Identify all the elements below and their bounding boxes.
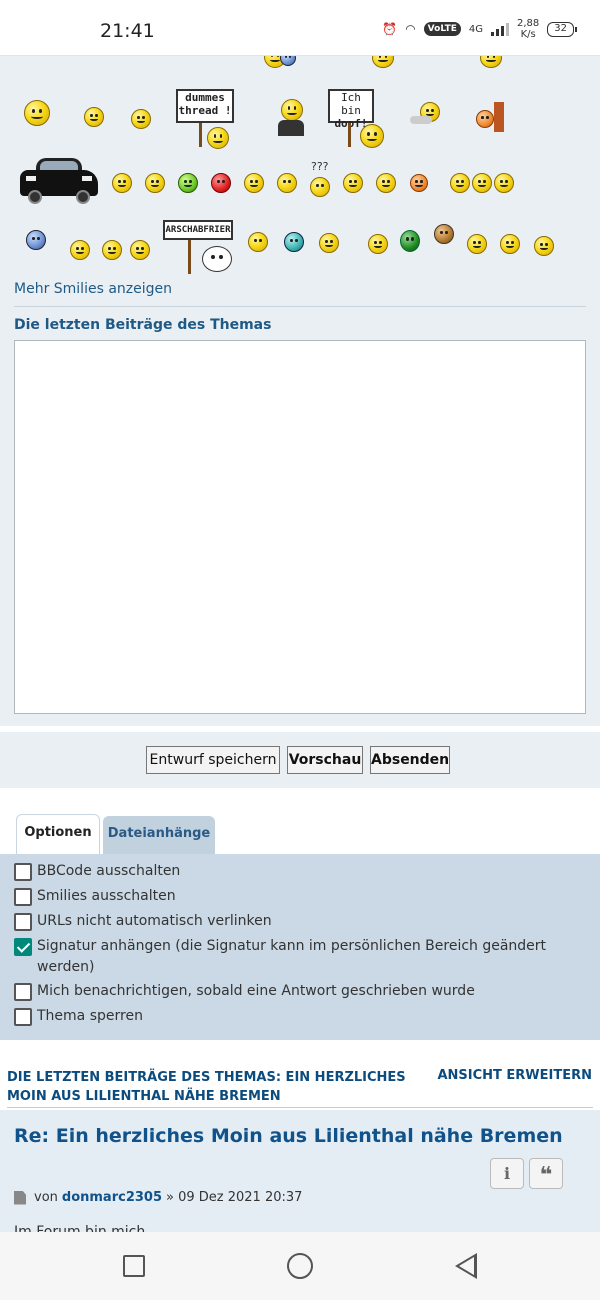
options-panel: BBCode ausschalten Smilies ausschalten U… bbox=[0, 854, 600, 1040]
checkbox-checked[interactable] bbox=[14, 938, 32, 956]
tab-options[interactable]: Optionen bbox=[16, 814, 100, 856]
tab-attachments[interactable]: Dateianhänge bbox=[103, 816, 215, 854]
option-lock-topic[interactable]: Thema sperren bbox=[14, 1006, 584, 1027]
sign-smiley[interactable]: ARSCHABFRIER bbox=[163, 220, 233, 240]
checkbox[interactable] bbox=[14, 1008, 32, 1026]
sign-pole bbox=[188, 240, 191, 274]
expand-view-link[interactable]: ANSICHT ERWEITERN bbox=[437, 1068, 592, 1083]
battery-icon: 32 bbox=[547, 21, 577, 37]
sign-smiley[interactable]: dummes thread ! bbox=[176, 89, 234, 123]
status-icons: ⏰ ◠ VoLTE 4G 2,88 K/s 32 bbox=[382, 18, 577, 40]
smiley-icon[interactable] bbox=[202, 246, 232, 272]
smiley-icon[interactable] bbox=[26, 230, 46, 250]
smiley-icon[interactable] bbox=[178, 173, 198, 193]
smiley-icon[interactable] bbox=[24, 100, 50, 126]
post-title[interactable]: Re: Ein herzliches Moin aus Lilienthal n… bbox=[14, 1125, 563, 1147]
sign-smiley[interactable]: Ich bin doof! bbox=[328, 89, 374, 130]
smiley-icon[interactable] bbox=[281, 99, 303, 121]
smiley-icon[interactable] bbox=[376, 173, 396, 193]
topic-review-textarea[interactable] bbox=[14, 340, 586, 714]
checkbox[interactable] bbox=[14, 983, 32, 1001]
smiley-icon[interactable] bbox=[450, 173, 470, 193]
smiley-icon[interactable] bbox=[467, 234, 487, 254]
smiley-icon[interactable] bbox=[145, 173, 165, 193]
question-marks: ??? bbox=[311, 160, 329, 173]
smiley-icon[interactable] bbox=[360, 124, 384, 148]
option-disable-bbcode[interactable]: BBCode ausschalten bbox=[14, 861, 584, 882]
smiley-icon[interactable] bbox=[476, 110, 494, 128]
submit-buttons-bar: Entwurf speichern Vorschau Absenden bbox=[0, 732, 600, 788]
post-text: Im Forum bin mich... bbox=[14, 1224, 159, 1232]
option-disable-magic-url[interactable]: URLs nicht automatisch verlinken bbox=[14, 911, 584, 932]
sign-pole bbox=[348, 123, 351, 147]
sign-pole bbox=[199, 123, 202, 147]
smiley-icon[interactable] bbox=[248, 232, 268, 252]
smiley-icon[interactable] bbox=[434, 224, 454, 244]
smiley-prop bbox=[410, 116, 432, 124]
topic-review-label: Die letzten Beiträge des Themas bbox=[14, 317, 272, 333]
post-meta: von donmarc2305 » 09 Dez 2021 20:37 bbox=[14, 1190, 302, 1205]
smiley-icon[interactable] bbox=[500, 234, 520, 254]
back-icon[interactable] bbox=[455, 1253, 477, 1279]
smiley-icon[interactable] bbox=[131, 109, 151, 129]
divider bbox=[7, 1107, 593, 1108]
system-nav-bar bbox=[0, 1232, 600, 1300]
checkbox[interactable] bbox=[14, 863, 32, 881]
smiley-icon[interactable] bbox=[343, 173, 363, 193]
smiley-body bbox=[278, 120, 304, 136]
net-speed: 2,88 K/s bbox=[517, 18, 540, 40]
more-smilies-link[interactable]: Mehr Smilies anzeigen bbox=[14, 281, 172, 297]
status-bar: 21:41 ⏰ ◠ VoLTE 4G 2,88 K/s 32 bbox=[0, 0, 600, 56]
review-post: Re: Ein herzliches Moin aus Lilienthal n… bbox=[0, 1110, 600, 1232]
smiley-icon[interactable] bbox=[211, 173, 231, 193]
alarm-icon: ⏰ bbox=[382, 22, 398, 36]
smiley-icon[interactable] bbox=[70, 240, 90, 260]
clock: 21:41 bbox=[100, 20, 155, 42]
divider bbox=[14, 306, 586, 307]
option-attach-signature[interactable]: Signatur anhängen (die Signatur kann im … bbox=[14, 936, 584, 978]
car-icon[interactable] bbox=[20, 156, 98, 204]
home-icon[interactable] bbox=[287, 1253, 313, 1279]
smiley-icon[interactable] bbox=[112, 173, 132, 193]
smiley-icon[interactable] bbox=[84, 107, 104, 127]
smiley-icon[interactable] bbox=[368, 234, 388, 254]
wifi-icon: ◠ bbox=[405, 22, 416, 36]
smiley-icon[interactable] bbox=[284, 232, 304, 252]
smiley-icon[interactable] bbox=[244, 173, 264, 193]
smiley-icon[interactable] bbox=[319, 233, 339, 253]
quote-button[interactable]: ❝ bbox=[529, 1158, 563, 1189]
signal-icon bbox=[491, 22, 509, 36]
submit-button[interactable]: Absenden bbox=[370, 746, 450, 774]
smiley-icon[interactable] bbox=[400, 230, 420, 252]
smiley-icon[interactable] bbox=[472, 173, 492, 193]
option-notify[interactable]: Mich benachrichtigen, sobald eine Antwor… bbox=[14, 981, 584, 1002]
wall-icon[interactable] bbox=[494, 102, 504, 132]
topic-review-header: DIE LETZTEN BEITRÄGE DES THEMAS: EIN HER… bbox=[0, 1058, 600, 1108]
smiley-icon[interactable] bbox=[277, 173, 297, 193]
file-icon bbox=[14, 1190, 26, 1205]
smilies-box: dummes thread ! Ich bin doof! ??? ARSCHA… bbox=[0, 46, 600, 274]
smiley-icon[interactable] bbox=[534, 236, 554, 256]
save-draft-button[interactable]: Entwurf speichern bbox=[146, 746, 280, 774]
smiley-icon[interactable] bbox=[410, 174, 428, 192]
preview-button[interactable]: Vorschau bbox=[287, 746, 363, 774]
checkbox[interactable] bbox=[14, 888, 32, 906]
topic-review-title: DIE LETZTEN BEITRÄGE DES THEMAS: EIN HER… bbox=[7, 1070, 406, 1104]
author-link[interactable]: donmarc2305 bbox=[62, 1190, 162, 1205]
smiley-icon[interactable] bbox=[207, 127, 229, 149]
options-tabs: Optionen Dateianhänge bbox=[0, 812, 600, 856]
recents-icon[interactable] bbox=[123, 1255, 145, 1277]
checkbox[interactable] bbox=[14, 913, 32, 931]
smiley-icon[interactable] bbox=[130, 240, 150, 260]
smiley-icon[interactable] bbox=[102, 240, 122, 260]
smiley-icon[interactable] bbox=[310, 177, 330, 197]
option-disable-smilies[interactable]: Smilies ausschalten bbox=[14, 886, 584, 907]
network-type: 4G bbox=[468, 23, 483, 35]
posting-panel: dummes thread ! Ich bin doof! ??? ARSCHA… bbox=[0, 46, 600, 726]
smiley-icon[interactable] bbox=[494, 173, 514, 193]
volte-badge: VoLTE bbox=[423, 22, 461, 36]
info-button[interactable]: i bbox=[490, 1158, 524, 1189]
